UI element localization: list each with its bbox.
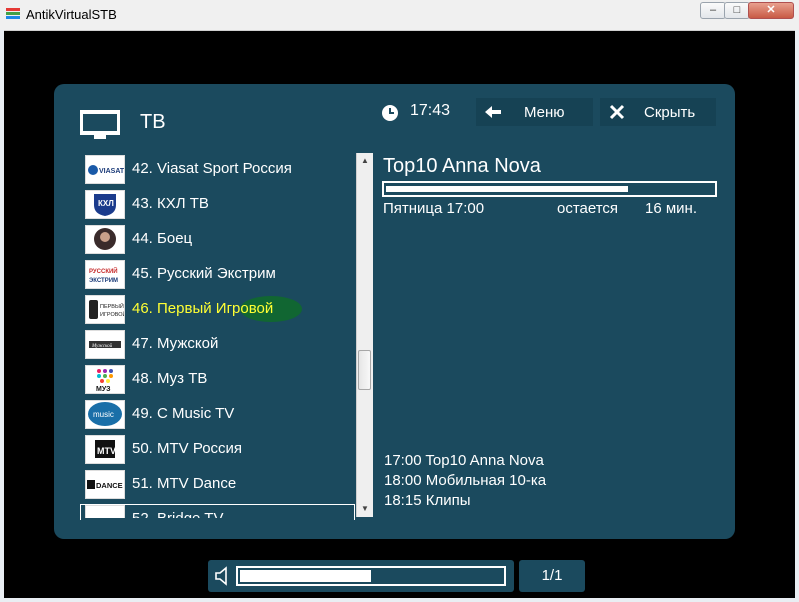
channel-name: 47. Мужской — [132, 335, 219, 352]
channel-logo-muzhskoy: Мужской — [85, 330, 125, 359]
window-frame-bottom — [0, 598, 799, 602]
scrollbar-thumb[interactable] — [358, 350, 371, 390]
minimize-button[interactable]: – — [700, 2, 726, 19]
channel-logo-mtv-russia: MTV — [85, 435, 125, 464]
volume-level-fill — [240, 570, 371, 582]
tv-icon — [80, 110, 120, 139]
channel-name: 44. Боец — [132, 230, 193, 247]
clock-time: 17:43 — [410, 102, 451, 119]
close-window-button[interactable]: ✕ — [748, 2, 794, 19]
program-schedule: 17:00 Top10 Anna Nova 18:00 Мобильная 10… — [384, 451, 546, 511]
channel-logo-muz-tv: МУЗ — [85, 365, 125, 394]
channel-row[interactable]: 44. Боец — [80, 222, 356, 257]
maximize-button[interactable]: □ — [724, 2, 750, 19]
channel-logo-c-music: music — [85, 400, 125, 429]
channel-name: 50. MTV Россия — [132, 440, 243, 457]
channel-list-scrollbar[interactable]: ▲ ▼ — [356, 153, 373, 517]
channel-logo-mtv-dance: DANCE — [85, 470, 125, 499]
channel-name: 51. MTV Dance — [132, 475, 237, 492]
panel-title: ТВ — [140, 111, 166, 133]
channel-logo-viasat: VIASAT — [85, 155, 125, 184]
window-title: AntikVirtualSTB — [26, 7, 117, 22]
channel-row[interactable]: МУЗ 48. Муз ТВ — [80, 362, 356, 397]
channel-name: 49. C Music TV — [132, 405, 235, 422]
channel-name: 45. Русский Экстрим — [132, 265, 276, 282]
channel-row[interactable]: music 49. C Music TV — [80, 397, 356, 432]
channel-row[interactable]: КХЛ 43. КХЛ ТВ — [80, 187, 356, 222]
schedule-item: 18:00 Мобильная 10-ка — [384, 472, 547, 489]
channel-logo-russian-extreme: РУССКИЙ ЭКСТРИМ — [85, 260, 125, 289]
svg-text:DANCE: DANCE — [96, 481, 123, 490]
schedule-item: 17:00 Top10 Anna Nova — [384, 452, 544, 469]
svg-text:ЭКСТРИМ: ЭКСТРИМ — [89, 278, 118, 284]
schedule-item: 18:15 Клипы — [384, 492, 471, 509]
hide-button-label: Скрыть — [644, 104, 696, 121]
window-titlebar: AntikVirtualSTB – □ ✕ — [0, 0, 799, 31]
svg-text:ПЕРВЫЙ: ПЕРВЫЙ — [100, 302, 124, 310]
svg-text:КХЛ: КХЛ — [98, 199, 114, 208]
program-start-time: Пятница 17:00 — [383, 200, 485, 217]
scroll-down-arrow-icon[interactable]: ▼ — [357, 501, 373, 517]
list-selection-frame — [80, 504, 355, 520]
menu-button[interactable]: Меню — [476, 98, 593, 126]
channel-row[interactable]: Мужской 47. Мужской — [80, 327, 356, 362]
svg-text:MTV: MTV — [97, 446, 116, 456]
clock-icon — [382, 105, 398, 121]
channel-row[interactable]: MTV 50. MTV Россия — [80, 432, 356, 467]
channel-name: 43. КХЛ ТВ — [132, 195, 209, 212]
arrow-left-icon — [485, 106, 501, 118]
program-remaining-value: 16 мин. — [645, 200, 697, 217]
hide-button[interactable]: Скрыть — [600, 98, 716, 126]
channel-name: 42. Viasat Sport Россия — [132, 160, 292, 177]
channel-name: 46. Первый Игровой — [132, 300, 274, 317]
svg-text:Мужской: Мужской — [91, 343, 113, 349]
channel-logo-perviy-igrovoy: ПЕРВЫЙ ИГРОВОЙ — [85, 295, 125, 324]
page-indicator: 1/1 — [519, 560, 585, 592]
menu-button-label: Меню — [524, 104, 565, 121]
speaker-icon[interactable] — [214, 566, 232, 586]
channel-logo-boets — [85, 225, 125, 254]
svg-text:РУССКИЙ: РУССКИЙ — [89, 267, 118, 275]
channel-row-active[interactable]: ПЕРВЫЙ ИГРОВОЙ 46. Первый Игровой — [80, 292, 356, 327]
scroll-up-arrow-icon[interactable]: ▲ — [357, 153, 373, 169]
program-progress-bar — [382, 181, 717, 197]
program-progress-fill — [386, 186, 628, 192]
channel-name: 48. Муз ТВ — [132, 370, 208, 387]
svg-text:music: music — [93, 410, 114, 419]
close-icon — [609, 104, 625, 120]
channel-row[interactable]: РУССКИЙ ЭКСТРИМ 45. Русский Экстрим — [80, 257, 356, 292]
program-remaining-label: остается — [557, 200, 619, 217]
volume-slider[interactable] — [236, 566, 506, 586]
window-frame-right — [795, 30, 799, 602]
program-title: Top10 Anna Nova — [383, 155, 541, 177]
svg-text:МУЗ: МУЗ — [96, 386, 111, 393]
app-icon — [6, 8, 20, 22]
svg-text:VIASAT: VIASAT — [99, 168, 124, 175]
channel-logo-khl: КХЛ — [85, 190, 125, 219]
svg-text:ИГРОВОЙ: ИГРОВОЙ — [100, 310, 124, 318]
channel-row[interactable]: DANCE 51. MTV Dance — [80, 467, 356, 502]
channel-row[interactable]: VIASAT 42. Viasat Sport Россия — [80, 152, 356, 187]
channel-list: VIASAT 42. Viasat Sport Россия КХЛ 43. К… — [80, 152, 356, 518]
